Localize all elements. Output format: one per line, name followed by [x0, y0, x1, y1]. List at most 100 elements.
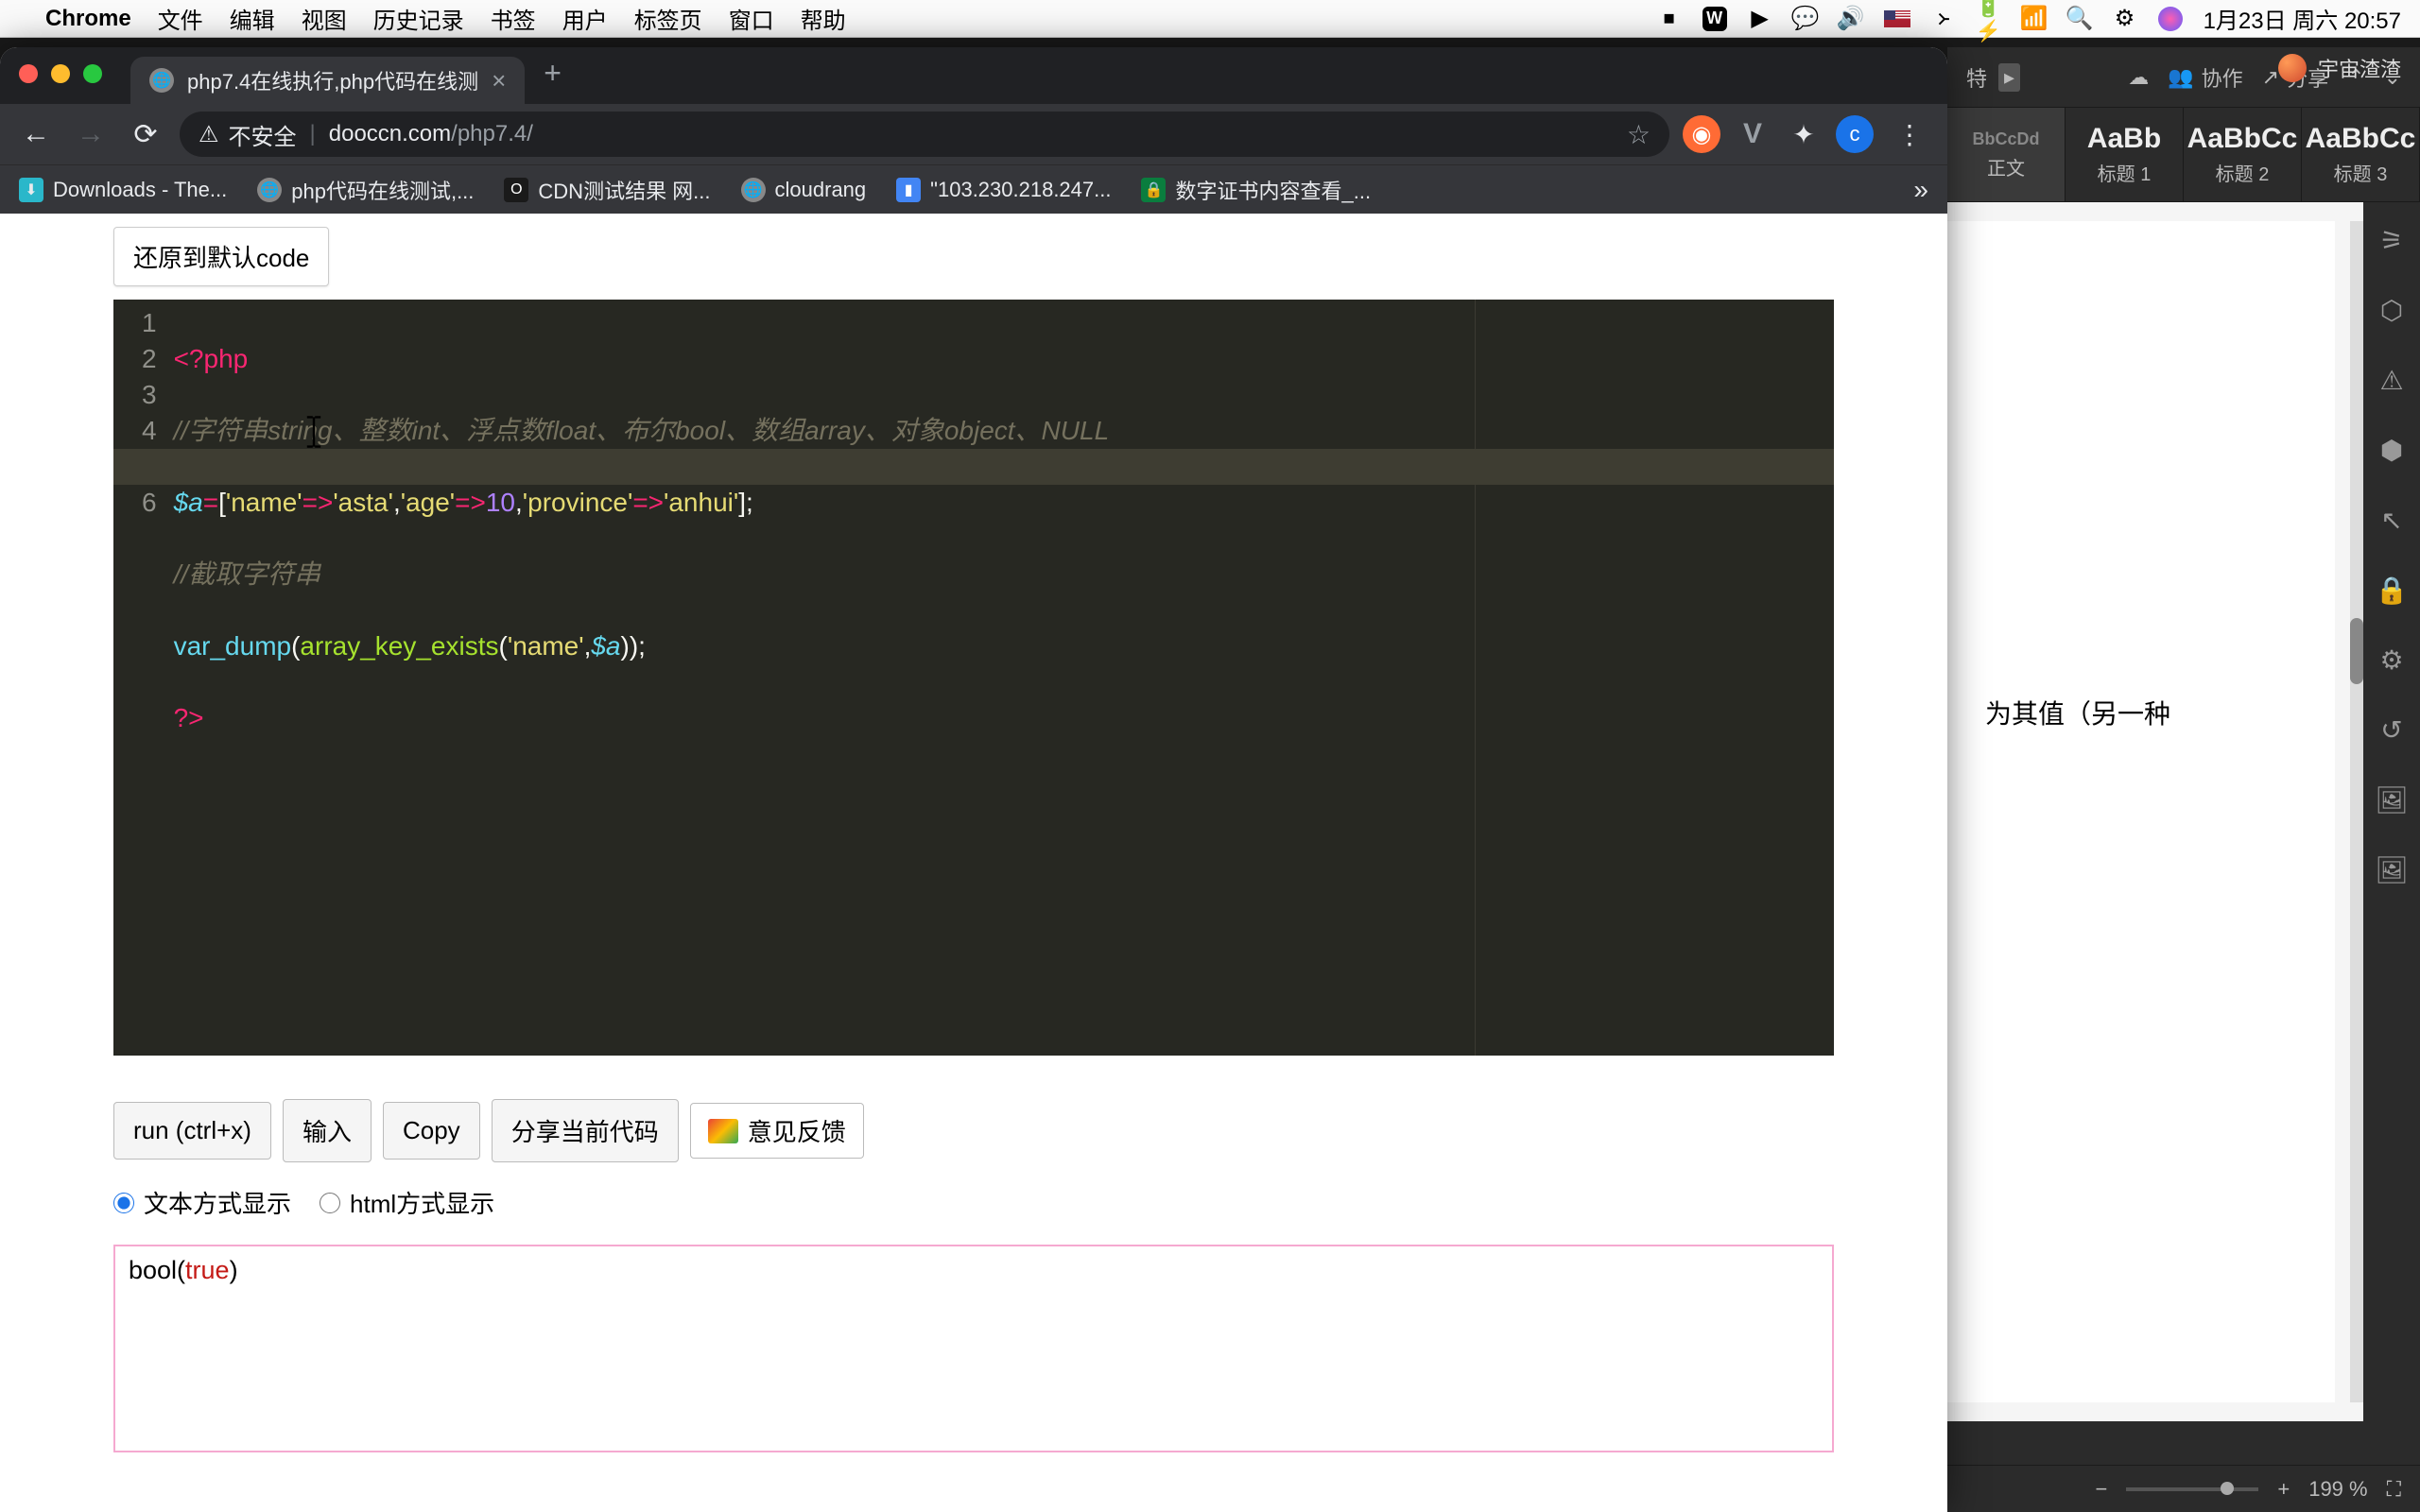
- close-window-icon[interactable]: [19, 64, 38, 83]
- feedback-button[interactable]: 意见反馈: [690, 1103, 864, 1159]
- bookmark-item[interactable]: 🔒数字证书内容查看_...: [1141, 175, 1371, 205]
- document-text: 为其值（另一种: [1985, 694, 2297, 731]
- battery-icon[interactable]: 🔋⚡: [1977, 7, 2001, 31]
- style-heading-1[interactable]: AaBb 标题 1: [2066, 108, 2184, 201]
- document-scrollbar-thumb[interactable]: [2350, 618, 2363, 684]
- address-bar[interactable]: ⚠ 不安全 | dooccn.com/php7.4/ ☆: [180, 112, 1669, 157]
- menubar-app-name[interactable]: Chrome: [45, 6, 131, 32]
- menu-edit[interactable]: 编辑: [230, 2, 275, 35]
- tool-format-icon[interactable]: ⚞: [2373, 221, 2411, 259]
- tool-shapes-icon[interactable]: ⬡: [2373, 291, 2411, 329]
- app-w-icon[interactable]: W: [1703, 7, 1727, 31]
- editor-gutter: 1 2 3 4 5 6: [113, 300, 174, 1056]
- radio-html-mode[interactable]: html方式显示: [320, 1185, 494, 1220]
- tool-lock-icon[interactable]: 🔒: [2373, 571, 2411, 609]
- toolbar-special[interactable]: 特▸: [1966, 62, 2020, 93]
- tool-settings-icon[interactable]: ⚙: [2373, 641, 2411, 679]
- copy-button[interactable]: Copy: [383, 1102, 480, 1160]
- style-heading-2[interactable]: AaBbCc 标题 2: [2184, 108, 2302, 201]
- zoom-out-icon[interactable]: −: [2095, 1477, 2107, 1502]
- menubar-datetime[interactable]: 1月23日 周六 20:57: [2204, 2, 2401, 35]
- play-icon[interactable]: ▶: [1748, 7, 1772, 31]
- radio-text-input[interactable]: [113, 1193, 134, 1213]
- wifi-icon[interactable]: 📶: [2022, 7, 2047, 31]
- zoom-level[interactable]: 199 %: [2308, 1477, 2367, 1502]
- browser-tab[interactable]: 🌐 php7.4在线执行,php代码在线测 ×: [130, 57, 525, 104]
- menubar-left: Chrome 文件 编辑 视图 历史记录 书签 用户 标签页 窗口 帮助: [19, 2, 846, 35]
- siri-icon[interactable]: [2158, 7, 2183, 31]
- style-normal[interactable]: BbCcDd 正文: [1947, 108, 2066, 201]
- menu-file[interactable]: 文件: [158, 2, 203, 35]
- share-code-button[interactable]: 分享当前代码: [492, 1099, 679, 1162]
- tool-cube-icon[interactable]: ⬢: [2373, 431, 2411, 469]
- editor-code-area[interactable]: <?php //字符串string、整数int、浮点数float、布尔bool、…: [174, 300, 1834, 1056]
- code-editor[interactable]: 1 2 3 4 5 6 <?php //字符串string、整数int、浮点数f…: [113, 300, 1834, 1056]
- menu-tabs[interactable]: 标签页: [634, 2, 702, 35]
- bookmark-item[interactable]: 🌐cloudrang: [741, 178, 867, 202]
- bookmark-item[interactable]: OCDN测试结果 网...: [504, 175, 710, 205]
- bookmark-item[interactable]: ▮"103.230.218.247...: [896, 178, 1111, 202]
- bookmark-favicon-icon: ▮: [896, 178, 921, 202]
- security-text: 不安全: [229, 118, 297, 151]
- menu-window[interactable]: 窗口: [729, 2, 774, 35]
- run-button[interactable]: run (ctrl+x): [113, 1102, 271, 1160]
- tool-gallery-icon[interactable]: 🖼: [2373, 850, 2411, 888]
- fullscreen-icon[interactable]: ⛶: [2387, 1477, 2401, 1502]
- extensions-menu-icon[interactable]: ✦: [1785, 115, 1823, 153]
- document-scrollbar-track[interactable]: [2350, 221, 2363, 1402]
- site-security-indicator[interactable]: ⚠ 不安全: [199, 118, 297, 151]
- spotlight-icon[interactable]: 🔍: [2067, 7, 2092, 31]
- background-app-window: 特▸ ☁ 👥 协作 ↗ 分享 ⌃ ⌄ BbCcDd 正文 AaBb 标题 1 A…: [1947, 47, 2420, 1512]
- style-heading-3[interactable]: AaBbCc 标题 3: [2302, 108, 2420, 201]
- tool-image-icon[interactable]: 🖼: [2373, 781, 2411, 818]
- window-controls: [19, 64, 102, 83]
- extension-vue-icon[interactable]: V: [1734, 115, 1772, 153]
- input-source-icon[interactable]: [1884, 10, 1910, 27]
- collab-button[interactable]: 👥 协作: [2168, 62, 2242, 93]
- chrome-window: 🌐 php7.4在线执行,php代码在线测 × + ← → ⟳ ⚠ 不安全 | …: [0, 47, 1947, 1512]
- document-page[interactable]: 为其值（另一种: [1947, 221, 2335, 1402]
- bookmark-item[interactable]: 🌐php代码在线测试,...: [257, 175, 474, 205]
- back-button[interactable]: ←: [15, 113, 57, 155]
- profile-avatar[interactable]: c: [1836, 115, 1874, 153]
- zoom-in-icon[interactable]: +: [2277, 1477, 2290, 1502]
- style-gallery: BbCcDd 正文 AaBb 标题 1 AaBbCc 标题 2 AaBbCc 标…: [1947, 108, 2420, 202]
- document-area: 为其值（另一种 ⚞ ⬡ ⚠ ⬢ ↖ 🔒 ⚙ ↺ 🖼 🖼: [1947, 202, 2420, 1421]
- new-tab-button[interactable]: +: [544, 56, 562, 91]
- menu-help[interactable]: 帮助: [801, 2, 846, 35]
- reload-button[interactable]: ⟳: [125, 113, 166, 155]
- bookmark-star-icon[interactable]: ☆: [1627, 119, 1651, 150]
- right-app-user-badge[interactable]: 宇宙渣渣: [2278, 53, 2401, 83]
- menu-bookmarks[interactable]: 书签: [491, 2, 536, 35]
- menu-history[interactable]: 历史记录: [373, 2, 464, 35]
- tool-select-icon[interactable]: ↖: [2373, 501, 2411, 539]
- maximize-window-icon[interactable]: [83, 64, 102, 83]
- forward-button[interactable]: →: [70, 113, 112, 155]
- output-prefix: bool(: [129, 1256, 185, 1284]
- menu-user[interactable]: 用户: [562, 2, 608, 35]
- radio-text-mode[interactable]: 文本方式显示: [113, 1185, 291, 1220]
- action-button-row: run (ctrl+x) 输入 Copy 分享当前代码 意见反馈: [113, 1099, 1947, 1162]
- tab-title: php7.4在线执行,php代码在线测: [187, 65, 478, 95]
- bookmark-item[interactable]: ⬇Downloads - The...: [19, 178, 227, 202]
- tab-close-icon[interactable]: ×: [492, 66, 506, 95]
- tool-history-icon[interactable]: ↺: [2373, 711, 2411, 748]
- cloud-sync-icon[interactable]: ☁: [2128, 65, 2149, 90]
- tool-warning-icon[interactable]: ⚠: [2373, 361, 2411, 399]
- bookmarks-overflow-icon[interactable]: »: [1913, 175, 1928, 205]
- reset-code-button[interactable]: 还原到默认code: [113, 227, 329, 286]
- extension-1-icon[interactable]: ◉: [1683, 115, 1720, 153]
- mail-icon: [708, 1119, 738, 1143]
- control-center-icon[interactable]: ⚙: [2113, 7, 2137, 31]
- wechat-icon[interactable]: 💬: [1793, 7, 1818, 31]
- zoom-slider[interactable]: [2126, 1487, 2258, 1491]
- menu-view[interactable]: 视图: [302, 2, 347, 35]
- stop-icon[interactable]: ⏹: [1657, 7, 1682, 31]
- volume-icon[interactable]: 🔊: [1839, 7, 1863, 31]
- minimize-window-icon[interactable]: [51, 64, 70, 83]
- input-button[interactable]: 输入: [283, 1099, 372, 1162]
- bluetooth-icon[interactable]: ᚛: [1931, 7, 1956, 31]
- radio-html-input[interactable]: [320, 1193, 340, 1213]
- chrome-menu-icon[interactable]: ⋮: [1887, 119, 1932, 150]
- output-box: bool(true): [113, 1245, 1834, 1452]
